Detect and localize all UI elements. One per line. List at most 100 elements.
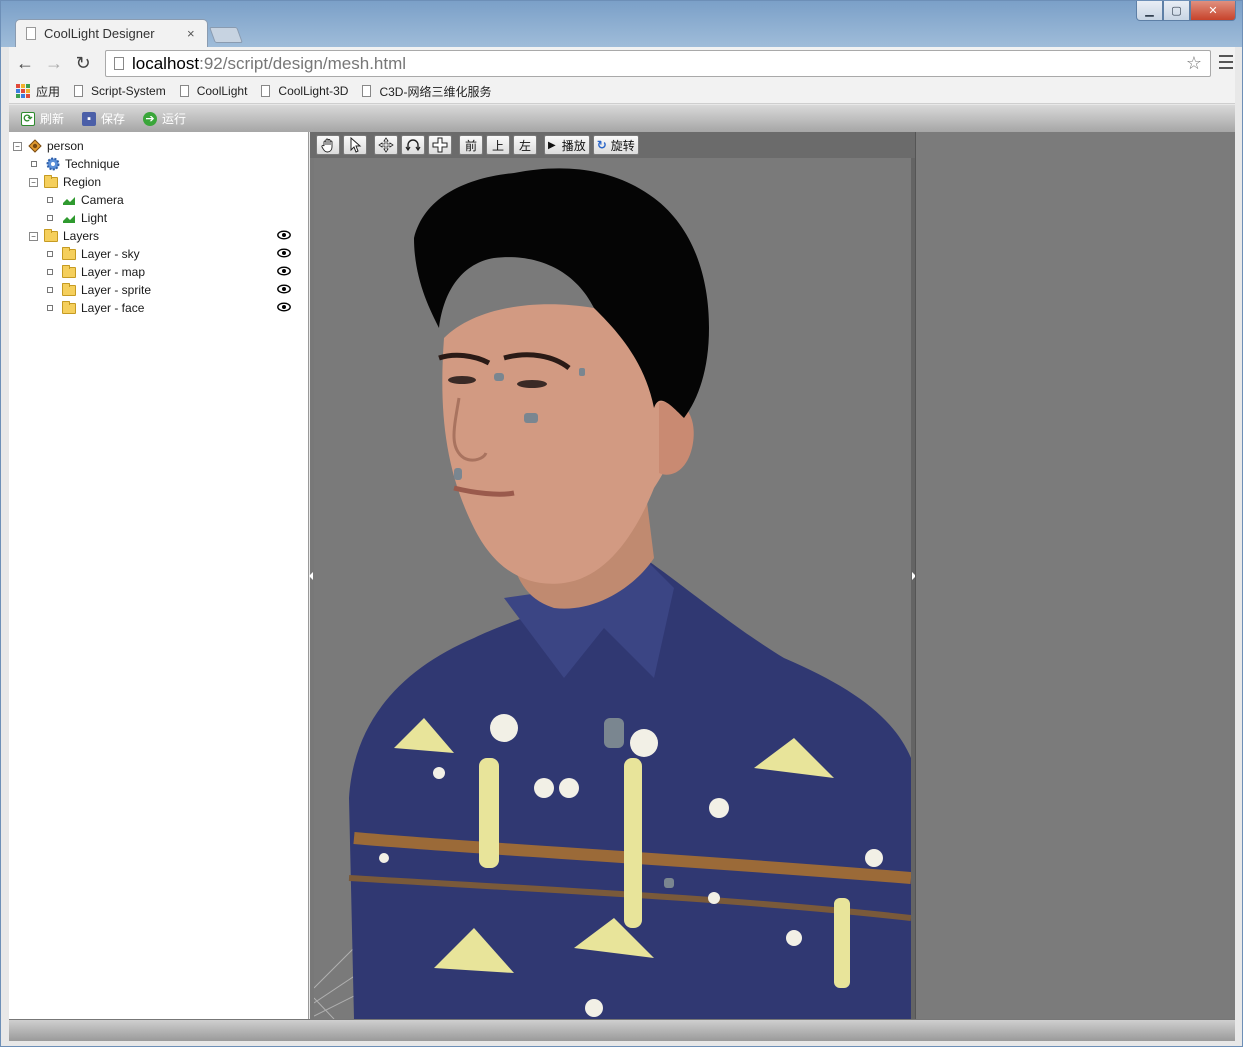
tab-close-icon[interactable]: ×: [187, 26, 201, 41]
tree-node-layer-sprite[interactable]: Layer - sprite: [9, 281, 308, 299]
leaf-marker: [47, 269, 53, 275]
close-window-button[interactable]: ✕: [1190, 1, 1236, 21]
folder-icon: [62, 300, 76, 315]
navigation-bar: ← → ↻ localhost:92/script/design/mesh.ht…: [9, 47, 1235, 79]
folder-icon: [62, 264, 76, 279]
browser-window: ▁ ▢ ✕ CoolLight Designer × ← → ↻ localho…: [0, 0, 1243, 1047]
refresh-button[interactable]: ⟳ 刷新: [21, 110, 64, 127]
pan-tool-button[interactable]: [316, 135, 340, 155]
tree-label: Layer - sky: [81, 247, 140, 261]
move-arrows-icon: [378, 137, 394, 153]
scene-tree: − person Technique − Region Camera Light…: [9, 132, 309, 1019]
leaf-marker: [47, 215, 53, 221]
tree-label: Layer - face: [81, 301, 145, 315]
page-icon: [114, 57, 124, 70]
tab-title: CoolLight Designer: [44, 26, 155, 41]
tree-node-layers[interactable]: − Layers: [9, 227, 308, 245]
run-arrow-icon: ➔: [143, 111, 158, 126]
bookmark-coollight[interactable]: CoolLight: [179, 84, 248, 98]
rotate-tool-button[interactable]: [401, 135, 425, 155]
visibility-eye-icon[interactable]: [277, 284, 291, 294]
rotate-icon: ↻: [596, 138, 607, 152]
leaf-marker: [47, 287, 53, 293]
window-controls: ▁ ▢ ✕: [1136, 1, 1236, 21]
orbit-icon: [405, 139, 421, 152]
page-icon: [362, 85, 372, 97]
bookmark-coollight-3d[interactable]: CoolLight-3D: [261, 84, 348, 98]
rotate-button[interactable]: ↻ 旋转: [592, 135, 639, 155]
bookmark-c3d[interactable]: C3D-网络三维化服务: [362, 83, 491, 100]
tree-label: Light: [81, 211, 108, 225]
visibility-eye-icon[interactable]: [277, 302, 291, 312]
url-host: localhost: [132, 53, 200, 73]
visibility-eye-icon[interactable]: [277, 248, 291, 258]
properties-panel: [915, 132, 1235, 1019]
tree-label: Camera: [81, 193, 124, 207]
new-tab-button[interactable]: [209, 27, 243, 43]
bookmarks-bar: 应用 Script-System CoolLight CoolLight-3D …: [9, 79, 1235, 104]
leaf-marker: [31, 161, 37, 167]
collapse-left-handle[interactable]: [309, 572, 313, 580]
tree-label: Layer - map: [81, 265, 146, 279]
zoom-cross-icon: [432, 137, 448, 153]
page-icon: [74, 85, 84, 97]
apps-shortcut[interactable]: 应用: [16, 83, 60, 100]
person-3d-model: [314, 168, 911, 1019]
leaf-marker: [47, 305, 53, 311]
viewport-toolbar: 前 上 左 ▶ 播放 ↻ 旋转: [310, 132, 915, 158]
top-view-button[interactable]: 上: [486, 135, 510, 155]
select-tool-button[interactable]: [343, 135, 367, 155]
forward-button[interactable]: →: [41, 50, 67, 76]
tree-node-region[interactable]: − Region: [9, 173, 308, 191]
bookmark-script-system[interactable]: Script-System: [74, 84, 166, 98]
left-view-button[interactable]: 左: [513, 135, 537, 155]
tree-node-layer-sky[interactable]: Layer - sky: [9, 245, 308, 263]
collapse-toggle[interactable]: −: [29, 231, 38, 241]
tree-label: Technique: [65, 157, 120, 171]
run-button[interactable]: ➔ 运行: [143, 110, 186, 127]
folder-open-icon: [44, 228, 58, 243]
play-button[interactable]: ▶ 播放: [544, 135, 590, 155]
collapse-toggle[interactable]: −: [29, 177, 38, 187]
browser-tab[interactable]: CoolLight Designer ×: [15, 19, 208, 47]
tree-node-layer-face[interactable]: Layer - face: [9, 299, 308, 317]
visibility-eye-icon[interactable]: [277, 266, 291, 276]
shirt: [348, 558, 911, 1019]
tree-label: person: [47, 139, 84, 153]
folder-icon: [62, 246, 76, 261]
address-bar[interactable]: localhost:92/script/design/mesh.html ☆: [105, 50, 1211, 77]
bookmark-label: CoolLight-3D: [278, 84, 349, 98]
tree-node-person[interactable]: − person: [9, 137, 308, 155]
reload-button[interactable]: ↻: [70, 50, 96, 76]
page-icon: [261, 85, 271, 97]
app-toolbar: ⟳ 刷新 ▪ 保存 ➔ 运行: [9, 105, 1235, 132]
page-icon: [179, 85, 189, 97]
browser-menu-icon[interactable]: [1219, 55, 1233, 69]
zoom-tool-button[interactable]: [428, 135, 452, 155]
leaf-marker: [47, 197, 53, 203]
save-button[interactable]: ▪ 保存: [82, 110, 125, 127]
render-canvas[interactable]: [314, 158, 911, 1019]
folder-open-icon: [44, 174, 58, 189]
bookmark-label: CoolLight: [196, 84, 248, 98]
apps-grid-icon: [16, 84, 30, 98]
tree-node-technique[interactable]: Technique: [9, 155, 308, 173]
play-label: 播放: [561, 138, 586, 153]
collapse-toggle[interactable]: −: [13, 141, 22, 151]
bookmark-star-icon[interactable]: ☆: [1186, 53, 1202, 74]
front-view-button[interactable]: 前: [459, 135, 483, 155]
refresh-label: 刷新: [40, 112, 65, 126]
refresh-icon: ⟳: [21, 111, 35, 126]
3d-viewport: 前 上 左 ▶ 播放 ↻ 旋转: [309, 132, 916, 1019]
visibility-eye-icon[interactable]: [277, 230, 291, 240]
back-button[interactable]: ←: [12, 50, 38, 76]
tree-label: Layer - sprite: [81, 283, 152, 297]
minimize-button[interactable]: ▁: [1136, 1, 1163, 21]
tree-node-layer-map[interactable]: Layer - map: [9, 263, 308, 281]
move-tool-button[interactable]: [374, 135, 398, 155]
maximize-button[interactable]: ▢: [1163, 1, 1190, 21]
hand-icon: [321, 138, 333, 153]
tree-label: Layers: [63, 229, 100, 243]
tree-node-light[interactable]: Light: [9, 209, 308, 227]
tree-node-camera[interactable]: Camera: [9, 191, 308, 209]
